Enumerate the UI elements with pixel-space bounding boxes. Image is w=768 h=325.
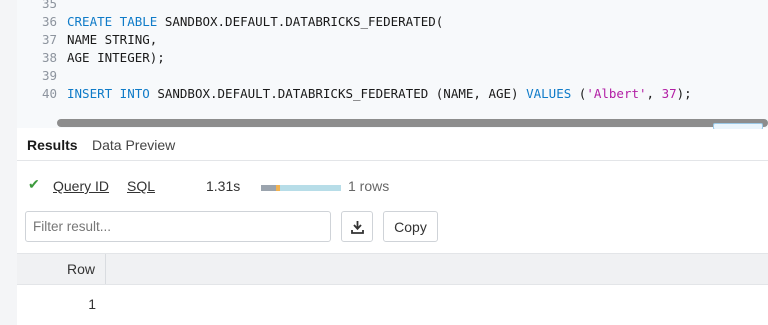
sql-keyword: INSERT INTO <box>67 86 150 101</box>
table-row: 1 <box>17 286 768 322</box>
sql-text: SANDBOX.DEFAULT.DATABRICKS_FEDERATED( <box>157 14 444 29</box>
line-number: 40 <box>41 86 57 101</box>
column-header-row[interactable]: Row <box>17 254 106 284</box>
sql-link[interactable]: SQL <box>127 178 155 194</box>
sql-keyword: CREATE TABLE <box>67 14 158 29</box>
sql-number: 37 <box>661 86 677 101</box>
left-gutter-strip <box>0 0 17 325</box>
results-tabs: Results Data Preview <box>17 129 768 161</box>
editor-horizontal-scrollbar[interactable] <box>57 119 768 127</box>
code-line-37: 37 NAME STRING, <box>17 31 157 49</box>
tab-results[interactable]: Results <box>27 129 78 160</box>
code-line-36: 36 CREATE TABLE SANDBOX.DEFAULT.DATABRICK… <box>17 13 443 31</box>
timing-bar-queue <box>276 185 280 191</box>
sql-text: AGE INTEGER); <box>67 50 165 65</box>
check-icon: ✔ <box>28 176 40 192</box>
timing-bar-compile <box>261 185 276 191</box>
code-line-39: 39 <box>17 67 67 85</box>
line-number: 37 <box>41 32 57 47</box>
line-number: 38 <box>41 50 57 65</box>
tab-data-preview[interactable]: Data Preview <box>92 129 175 160</box>
code-line-40: 40 INSERT INTO SANDBOX.DEFAULT.DATABRICKS… <box>17 85 692 103</box>
sql-string: 'Albert' <box>586 86 647 101</box>
download-button[interactable] <box>341 211 373 242</box>
code-line-35: 35 <box>17 0 67 13</box>
sql-text: , <box>646 86 662 101</box>
sql-editor[interactable]: 35 36 CREATE TABLE SANDBOX.DEFAULT.DATABR… <box>17 0 768 128</box>
copy-button[interactable]: Copy <box>383 211 438 242</box>
query-status-bar: ✔ Query ID SQL 1.31s 1 rows <box>17 172 768 200</box>
filter-result-input[interactable] <box>25 211 331 242</box>
sql-text: ( <box>571 86 587 101</box>
query-duration: 1.31s <box>206 178 241 194</box>
sql-text: ); <box>676 86 692 101</box>
line-number: 39 <box>41 68 57 83</box>
code-line-38: 38 AGE INTEGER); <box>17 49 165 67</box>
row-number-cell: 1 <box>88 296 96 312</box>
query-id-link[interactable]: Query ID <box>53 178 109 194</box>
line-number: 35 <box>41 0 57 11</box>
sql-text: NAME STRING, <box>67 32 158 47</box>
row-count: 1 rows <box>348 178 390 194</box>
download-icon <box>351 221 364 234</box>
sql-keyword: VALUES <box>526 86 572 101</box>
sql-text: SANDBOX.DEFAULT.DATABRICKS_FEDERATED (NA… <box>149 86 527 101</box>
table-header: Row <box>17 253 768 285</box>
line-number: 36 <box>41 14 57 29</box>
